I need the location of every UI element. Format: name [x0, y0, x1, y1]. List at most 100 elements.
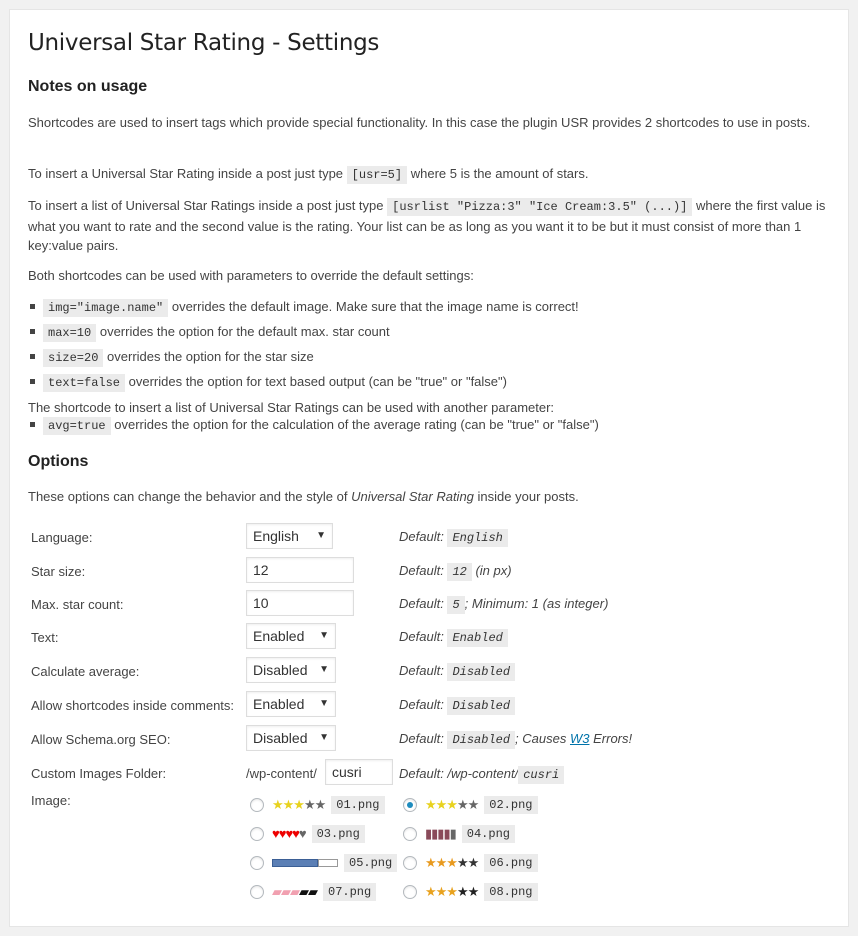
star-image-icon: ★★★★★ — [425, 883, 479, 899]
default-value: Disabled — [447, 731, 516, 749]
image-file-name: 02.png — [484, 795, 538, 814]
param-code: max=10 — [43, 324, 97, 342]
default-label: Default: — [399, 629, 444, 644]
default-suffix: (in px) — [475, 563, 512, 578]
schema-suffix-after: Errors! — [593, 731, 633, 746]
image-choice[interactable]: ★★★★★ 06.png — [403, 851, 538, 873]
chevron-down-icon: ▼ — [319, 630, 329, 641]
image-choice[interactable]: ▮▮▮▮▮ 04.png — [403, 822, 515, 844]
bullet-icon — [30, 379, 35, 385]
image-choice[interactable]: 05.png — [250, 851, 398, 874]
image-radio[interactable] — [403, 884, 417, 899]
option-row-star-size: Star size: 12 Default: 12 (in px) — [28, 557, 834, 587]
param-code: size=20 — [43, 349, 104, 367]
calc-avg-label: Calculate average: — [31, 664, 140, 679]
option-row-allow-comments: Allow shortcodes inside comments: Enable… — [28, 691, 834, 721]
schema-select[interactable]: Disabled ▼ — [246, 725, 336, 751]
text-default: Default: Enabled — [399, 629, 508, 647]
images-folder-input[interactable]: cusri — [325, 759, 393, 785]
param-item: size=20 overrides the option for the sta… — [28, 347, 314, 368]
image-choice[interactable]: ♥♥♥♥♥ 03.png — [250, 822, 365, 844]
star-image-icon: ★★★★★ — [425, 854, 479, 870]
language-label: Language: — [31, 530, 93, 545]
default-label: Default: — [399, 731, 444, 746]
star-size-default: Default: 12 (in px) — [399, 563, 512, 581]
default-value: Disabled — [447, 697, 516, 715]
image-radio[interactable] — [403, 855, 417, 870]
p2-text-before: To insert a Universal Star Rating inside… — [28, 166, 344, 181]
image-choice[interactable]: ▰▰▰▰▰ 07.png — [250, 880, 377, 902]
chevron-down-icon: ▼ — [316, 530, 326, 541]
text-label: Text: — [31, 630, 59, 645]
text-select[interactable]: Enabled ▼ — [246, 623, 336, 649]
image-radio[interactable] — [250, 855, 264, 870]
options-intro-em: Universal Star Rating — [351, 489, 474, 504]
star-size-input[interactable]: 12 — [246, 557, 354, 583]
param-item: text=false overrides the option for text… — [28, 372, 507, 393]
option-row-language: Language: English ▼ Default: English — [28, 523, 834, 553]
text-select-value: Enabled — [253, 628, 305, 644]
image-file-name: 01.png — [331, 795, 385, 814]
default-label: Default: — [399, 596, 444, 611]
options-intro-before: These options can change the behavior an… — [28, 489, 348, 504]
beer-mug-image-icon: ▮▮▮▮▮ — [425, 825, 457, 841]
image-radio[interactable] — [403, 826, 417, 841]
calc-avg-default: Default: Disabled — [399, 663, 516, 681]
param-code: img="image.name" — [43, 299, 169, 317]
options-heading: Options — [28, 453, 89, 470]
p3-text-before: To insert a list of Universal Star Ratin… — [28, 198, 384, 213]
bullet-icon — [30, 422, 35, 428]
chevron-down-icon: ▼ — [319, 732, 329, 743]
image-file-name: 04.png — [461, 824, 515, 843]
allow-comments-select[interactable]: Enabled ▼ — [246, 691, 336, 717]
chevron-down-icon: ▼ — [319, 664, 329, 675]
allow-comments-default: Default: Disabled — [399, 697, 516, 715]
image-choice[interactable]: ★★★★★ 01.png — [250, 793, 385, 815]
image-choice[interactable]: ★★★★★ 02.png — [403, 793, 538, 815]
star-image-icon: ★★★★★ — [272, 796, 326, 812]
default-label: Default: — [399, 563, 444, 578]
schema-suffix-before: ; Causes — [515, 731, 567, 746]
language-select[interactable]: English ▼ — [246, 523, 333, 549]
param-text: overrides the option for text based outp… — [128, 374, 507, 389]
max-star-default: Default: 5; Minimum: 1 (as integer) — [399, 596, 609, 614]
image-file-name: 07.png — [323, 882, 377, 901]
option-row-calc-avg: Calculate average: Disabled ▼ Default: D… — [28, 657, 834, 687]
allow-comments-select-value: Enabled — [253, 696, 305, 712]
images-folder-prefix: /wp-content/ — [246, 766, 317, 781]
images-folder-label: Custom Images Folder: — [31, 766, 167, 781]
param-text: overrides the default image. Make sure t… — [171, 299, 579, 314]
default-value: English — [447, 529, 508, 547]
image-choice[interactable]: ★★★★★ 08.png — [403, 880, 538, 902]
star-image-icon: ★★★★★ — [425, 796, 479, 812]
star-size-label: Star size: — [31, 564, 86, 579]
image-radio[interactable] — [250, 884, 264, 899]
heart-image-icon: ♥♥♥♥♥ — [272, 825, 307, 841]
default-value: Disabled — [447, 663, 516, 681]
image-label: Image: — [31, 793, 71, 808]
option-row-max-star: Max. star count: 10 Default: 5; Minimum:… — [28, 590, 834, 620]
notes-paragraph-4: Both shortcodes can be used with paramet… — [28, 268, 474, 283]
default-value: cusri — [518, 766, 565, 784]
image-file-name: 08.png — [484, 882, 538, 901]
param-text: overrides the option for the star size — [107, 349, 314, 364]
p3-code: [usrlist "Pizza:3" "Ice Cream:3.5" (...)… — [387, 198, 693, 216]
p2-text-after: where 5 is the amount of stars. — [410, 166, 589, 181]
page-title: Universal Star Rating - Settings — [28, 30, 380, 56]
bar-image-icon — [272, 852, 338, 874]
image-radio-selected[interactable] — [403, 797, 417, 812]
notes-paragraph-2: To insert a Universal Star Rating inside… — [28, 164, 834, 185]
list-param-text: overrides the option for the calculation… — [114, 417, 599, 432]
w3-link[interactable]: W3 — [570, 731, 590, 746]
bullet-icon — [30, 329, 35, 335]
image-radio[interactable] — [250, 797, 264, 812]
max-star-input[interactable]: 10 — [246, 590, 354, 616]
image-radio[interactable] — [250, 826, 264, 841]
calc-avg-select[interactable]: Disabled ▼ — [246, 657, 336, 683]
default-suffix: ; Minimum: 1 (as integer) — [464, 596, 609, 611]
chevron-down-icon: ▼ — [319, 698, 329, 709]
options-intro: These options can change the behavior an… — [28, 487, 834, 506]
param-text: overrides the option for the default max… — [99, 324, 390, 339]
default-label: Default: — [399, 697, 444, 712]
allow-comments-label: Allow shortcodes inside comments: — [31, 698, 235, 713]
